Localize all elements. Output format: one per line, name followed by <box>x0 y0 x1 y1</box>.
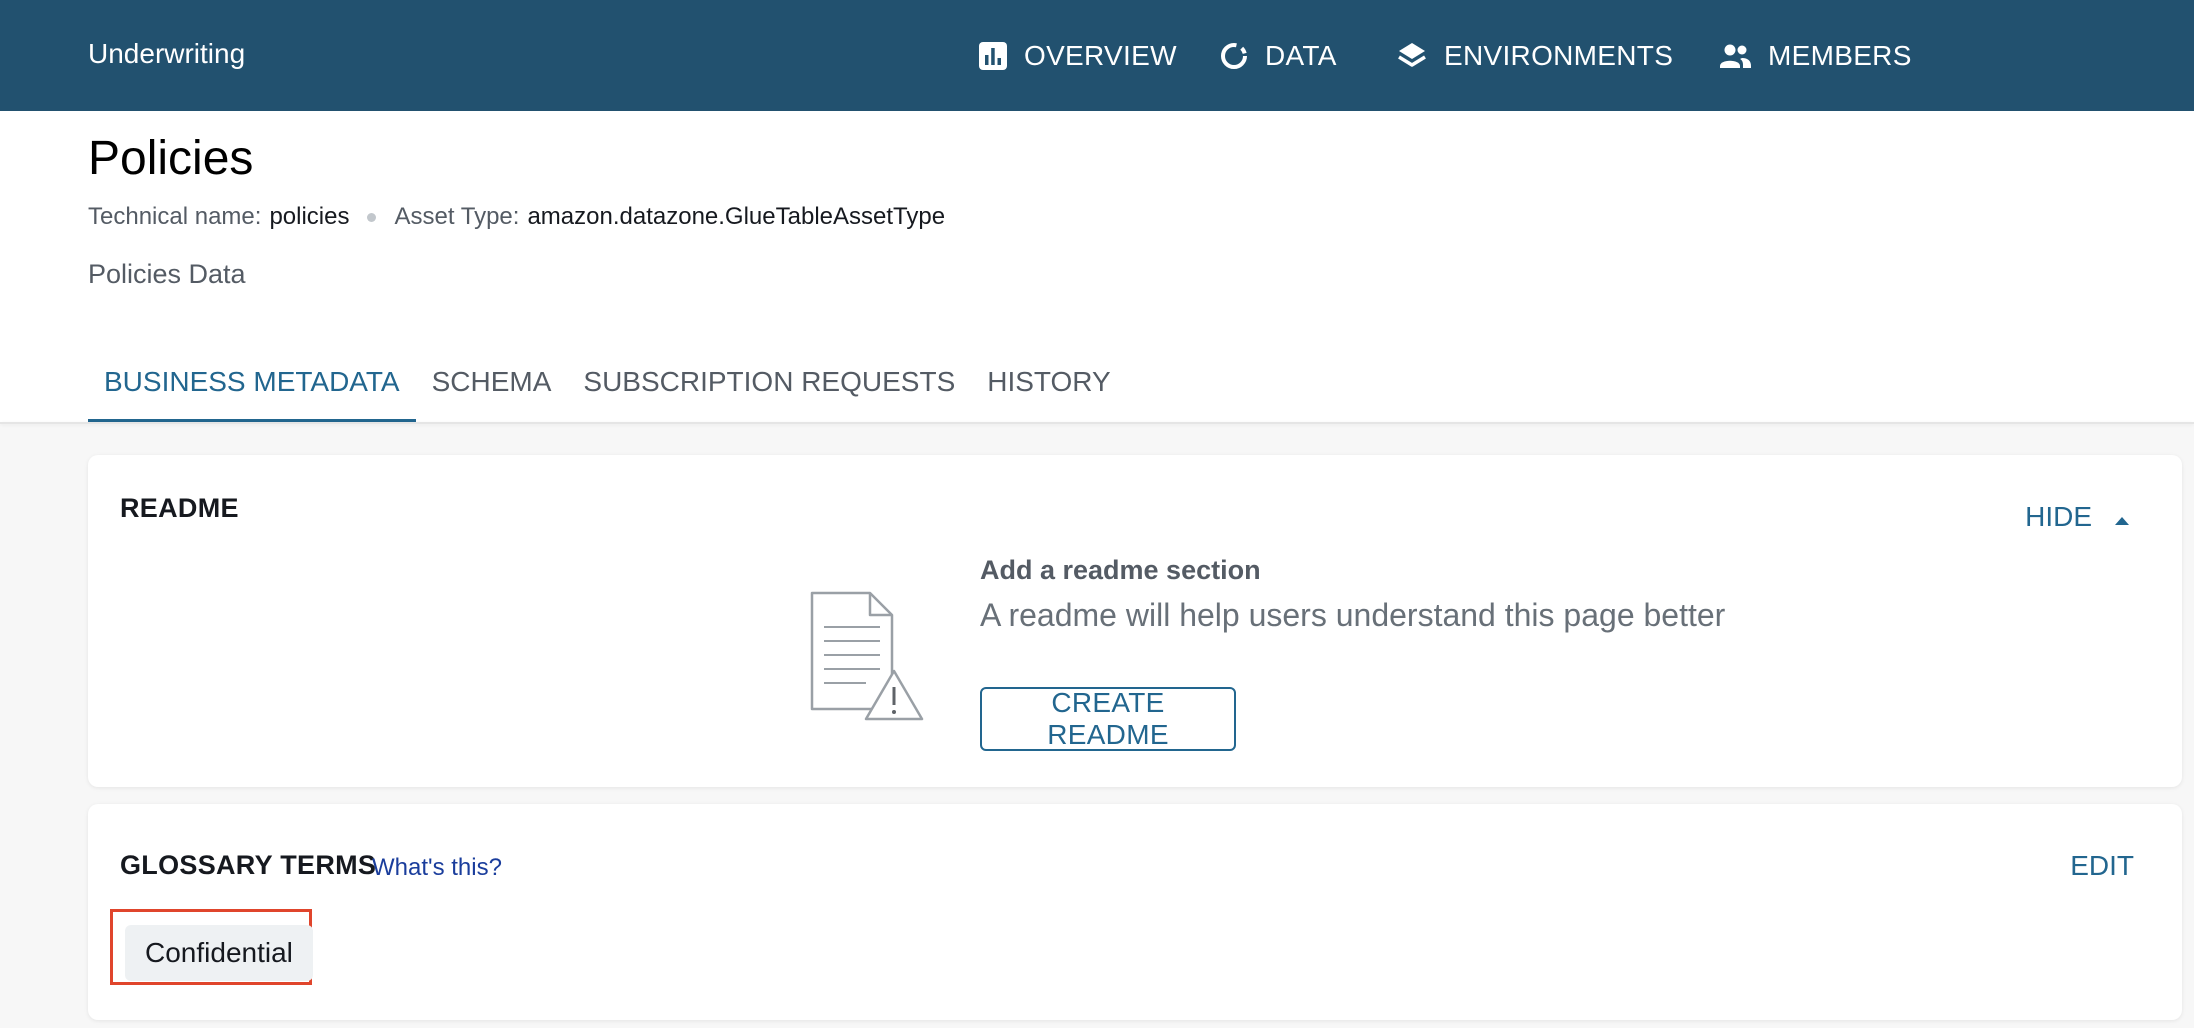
readme-card: README HIDE Add a readme section A readm… <box>88 455 2182 787</box>
readme-empty-heading: Add a readme section <box>980 555 1261 585</box>
nav-tab-label: DATA <box>1265 39 1337 71</box>
nav-tab-environments[interactable]: ENVIRONMENTS <box>1396 0 1673 111</box>
glossary-title: GLOSSARY TERMS <box>120 850 377 880</box>
tab-schema[interactable]: SCHEMA <box>416 341 568 423</box>
project-name[interactable]: Underwriting <box>88 38 245 70</box>
caret-up-icon <box>2114 501 2130 533</box>
nav-tab-label: OVERVIEW <box>1024 39 1177 71</box>
asset-subtabs: BUSINESS METADATA SCHEMA SUBSCRIPTION RE… <box>88 341 1127 423</box>
divider <box>0 422 2194 424</box>
tab-business-metadata[interactable]: BUSINESS METADATA <box>88 341 416 423</box>
asset-meta: Technical name: policies Asset Type: ama… <box>88 203 945 231</box>
asset-type-value: amazon.datazone.GlueTableAssetType <box>527 203 946 230</box>
bar-chart-icon <box>978 41 1008 71</box>
glossary-terms-card: GLOSSARY TERMS What's this? EDIT Confide… <box>88 804 2182 1020</box>
edit-glossary-button[interactable]: EDIT <box>2070 850 2134 882</box>
technical-name-label: Technical name: <box>88 203 262 230</box>
nav-tab-label: ENVIRONMENTS <box>1444 39 1674 71</box>
nav-tab-members[interactable]: MEMBERS <box>1718 0 1912 111</box>
top-nav-bar: Underwriting OVERVIEW DATA ENVIRONMENTS … <box>0 0 2194 119</box>
page-title: Policies <box>88 132 254 185</box>
readme-empty-text: A readme will help users understand this… <box>980 597 1726 633</box>
nav-tab-label: MEMBERS <box>1768 39 1912 71</box>
people-icon <box>1718 41 1752 71</box>
hide-label: HIDE <box>2025 501 2092 532</box>
hide-readme-toggle[interactable]: HIDE <box>2025 501 2130 533</box>
glossary-term-chip[interactable]: Confidential <box>125 925 313 981</box>
asset-description: Policies Data <box>88 259 246 289</box>
technical-name-value: policies <box>269 203 350 230</box>
tab-subscription-requests[interactable]: SUBSCRIPTION REQUESTS <box>567 341 971 423</box>
asset-header: Policies Technical name: policies Asset … <box>0 111 2194 423</box>
layers-icon <box>1396 40 1428 72</box>
tab-history[interactable]: HISTORY <box>971 341 1126 423</box>
asset-type-label: Asset Type: <box>394 203 520 230</box>
nav-tab-data[interactable]: DATA <box>1202 0 1354 119</box>
create-readme-button[interactable]: CREATE README <box>980 687 1236 751</box>
separator-dot <box>367 212 377 222</box>
whats-this-link[interactable]: What's this? <box>372 854 502 882</box>
donut-icon <box>1219 41 1249 71</box>
nav-tab-overview[interactable]: OVERVIEW <box>978 0 1177 111</box>
document-warning-icon <box>810 591 924 728</box>
readme-title: README <box>120 493 239 523</box>
